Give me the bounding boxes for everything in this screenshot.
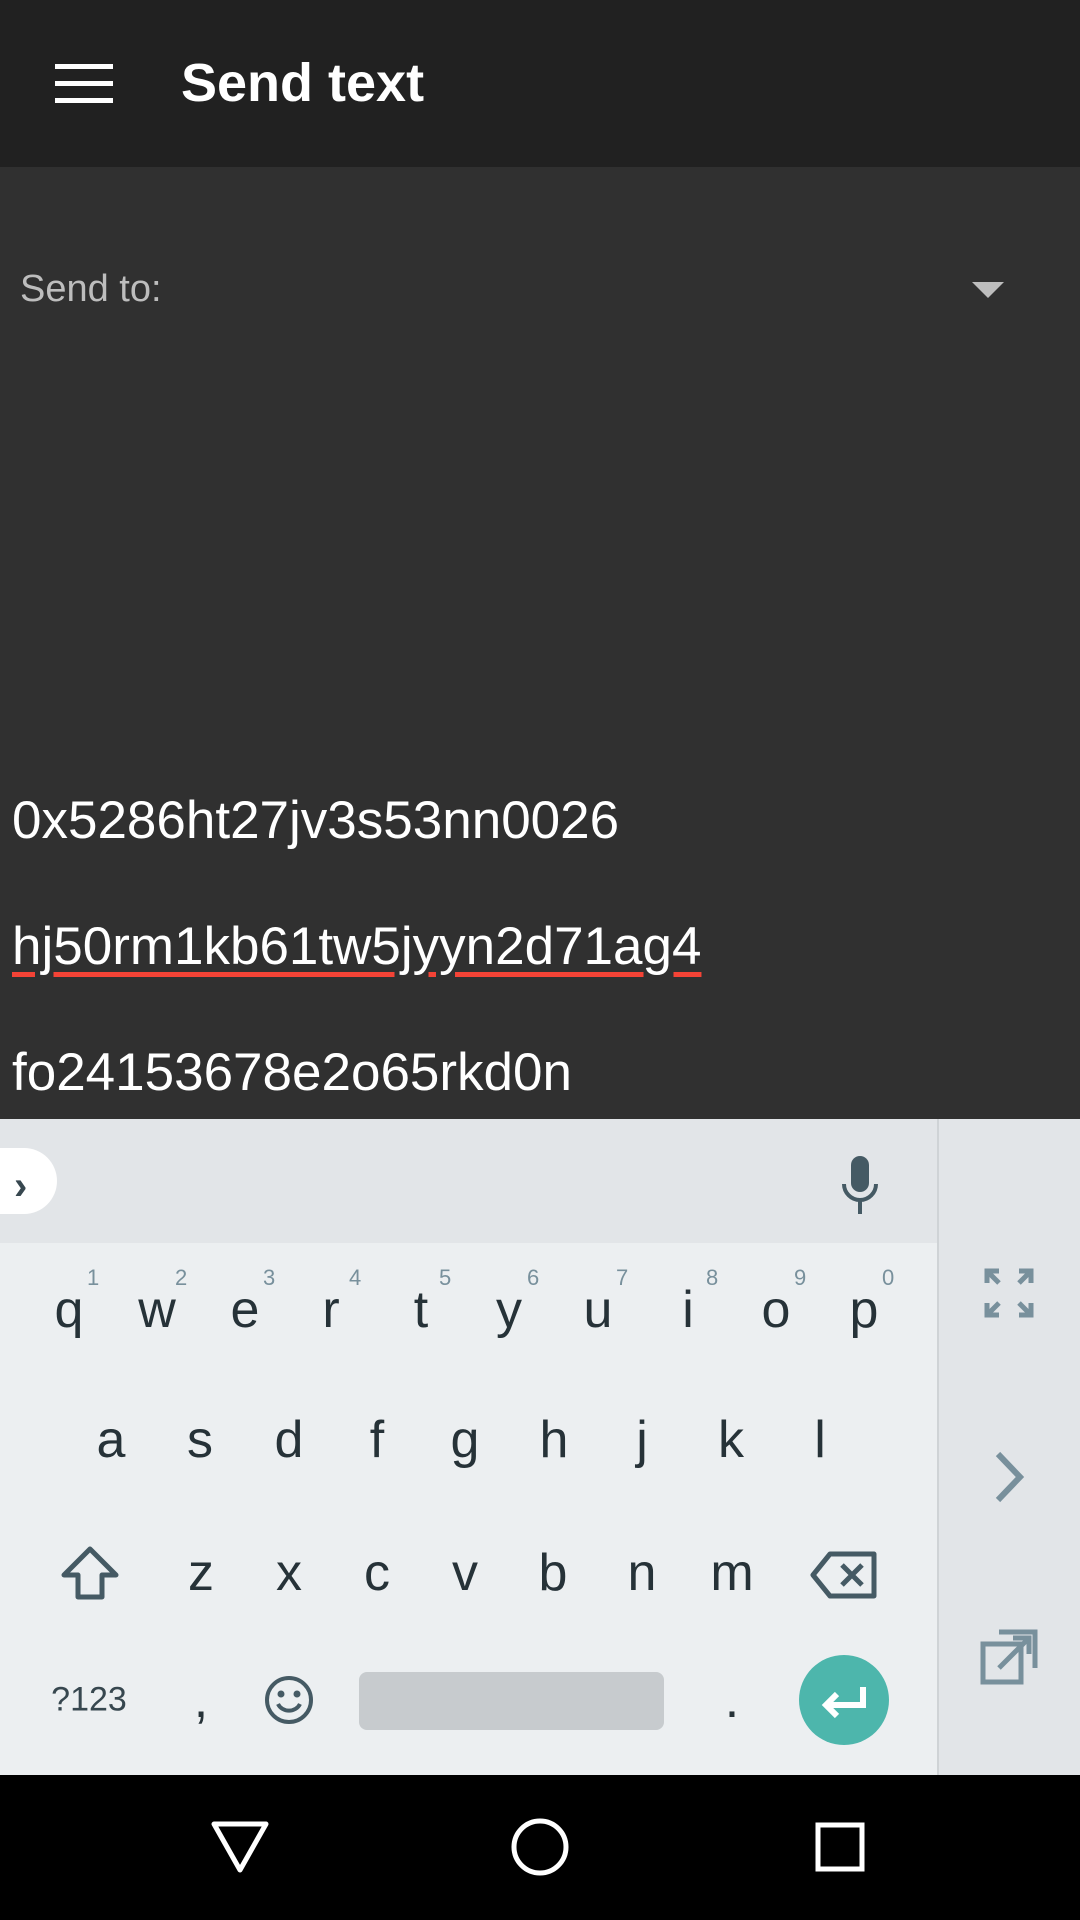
back-icon[interactable] [210,1820,270,1874]
key-hint: 8 [706,1265,719,1290]
key-f[interactable]: f [370,1410,384,1470]
key-m[interactable]: m [710,1543,753,1603]
key-x[interactable]: x [276,1543,302,1603]
key-j[interactable]: j [636,1410,648,1470]
key-b[interactable]: b [539,1543,568,1603]
key-p[interactable]: p [850,1280,879,1340]
key-hint: 3 [263,1265,276,1290]
key-g[interactable]: g [451,1410,480,1470]
key-v[interactable]: v [452,1543,478,1603]
key-s[interactable]: s [187,1410,213,1470]
app-toolbar [0,0,1080,167]
key-hint: 1 [87,1265,100,1290]
key-d[interactable]: d [275,1410,304,1470]
fullscreen-icon[interactable] [983,1267,1035,1319]
key-hint: 4 [349,1265,362,1290]
key-a[interactable]: a [97,1410,126,1470]
home-icon[interactable] [510,1817,570,1877]
key-hint: 7 [616,1265,629,1290]
popout-icon[interactable] [979,1628,1039,1688]
key-w[interactable]: w [138,1280,176,1340]
comma-key[interactable]: , [194,1670,208,1730]
message-line: fo24153678e2o65rkd0n [12,1043,572,1102]
backspace-icon[interactable] [810,1551,878,1599]
emoji-icon[interactable] [263,1674,315,1726]
suggestion-strip [0,1119,937,1243]
chevron-right-icon[interactable] [993,1450,1025,1504]
key-n[interactable]: n [628,1543,657,1603]
microphone-icon[interactable] [838,1154,882,1218]
message-line: 0x5286ht27jv3s53nn0026 [12,791,620,850]
key-hint: 5 [439,1265,452,1290]
key-e[interactable]: e [231,1280,260,1340]
enter-icon [821,1687,866,1719]
hamburger-menu-icon[interactable] [55,64,113,104]
dropdown-arrow-icon[interactable] [972,282,1004,298]
key-q[interactable]: q [55,1280,84,1340]
key-h[interactable]: h [540,1410,569,1470]
chevron-right-icon[interactable]: › [14,1164,27,1209]
key-o[interactable]: o [762,1280,791,1340]
key-hint: 0 [882,1265,895,1290]
key-k[interactable]: k [718,1410,744,1470]
key-i[interactable]: i [682,1280,694,1340]
space-key[interactable] [359,1672,664,1730]
key-hint: 2 [175,1265,188,1290]
key-c[interactable]: c [364,1543,390,1603]
send-to-label: Send to: [20,268,162,310]
key-r[interactable]: r [322,1280,339,1340]
symbols-key[interactable]: ?123 [51,1681,127,1720]
enter-key[interactable] [799,1655,889,1745]
key-hint: 9 [794,1265,807,1290]
message-line-misspelled: hj50rm1kb61tw5jyyn2d71ag4 [12,917,702,976]
key-u[interactable]: u [584,1280,613,1340]
period-key[interactable]: . [725,1670,739,1730]
key-t[interactable]: t [414,1280,428,1340]
page-title: Send text [181,53,425,113]
recents-icon[interactable] [814,1821,866,1873]
key-y[interactable]: y [496,1280,522,1340]
key-hint: 6 [527,1265,540,1290]
shift-icon[interactable] [60,1545,120,1601]
key-l[interactable]: l [814,1410,826,1470]
key-z[interactable]: z [188,1543,214,1603]
